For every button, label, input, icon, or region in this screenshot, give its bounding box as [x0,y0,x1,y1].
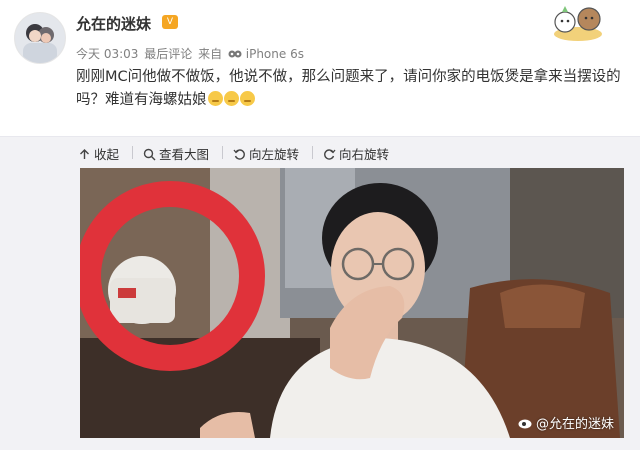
collapse-label: 收起 [94,147,120,162]
device-name[interactable]: iPhone 6s [246,47,304,61]
rotate-left-icon [233,149,245,160]
watermark-text: @允在的迷妹 [535,417,614,432]
post-time[interactable]: 今天 03:03 [76,47,138,61]
image-area: @允在的迷妹 [0,168,640,450]
last-comment-label: 最后评论 [144,47,193,61]
image-toolbar: 收起 查看大图 向左旋转 向右旋转 [0,136,640,169]
search-icon [143,148,156,161]
toolbar-divider [222,146,223,159]
image-watermark: @允在的迷妹 [518,413,614,432]
rotate-right-label: 向右旋转 [339,147,390,162]
thinking-emoji-icon [239,91,255,106]
cat-device-icon [228,50,242,58]
thinking-emoji-icon [207,91,223,106]
photo-illustration [80,168,624,438]
toolbar-divider [312,146,313,159]
cartoon-sticker-icon [554,6,602,41]
arrow-up-icon [80,149,89,159]
toolbar-divider [132,146,133,159]
rotate-left-label: 向左旋转 [249,147,300,162]
post-body: 刚刚MC问他做不做饭，他说不做，那么问题来了，请问你家的电饭煲是拿来当摆设的吗？… [76,69,621,108]
weibo-logo-icon [518,419,532,429]
source-prefix: 来自 [198,47,223,61]
weibo-post: 允在的迷妹 V 今天 03:03 最后评论 来自 iPhone 6s 刚刚MC问… [0,0,640,136]
rotate-left-button[interactable]: 向左旋转 [233,144,299,163]
vip-badge-icon[interactable]: V [162,15,178,29]
thinking-emoji-icon [223,91,239,106]
view-large-button[interactable]: 查看大图 [143,144,209,163]
username[interactable]: 允在的迷妹 [76,13,151,34]
collapse-button[interactable]: 收起 [78,144,119,163]
rotate-right-button[interactable]: 向右旋转 [323,144,389,163]
post-meta: 今天 03:03 最后评论 来自 iPhone 6s [76,45,306,62]
avatar[interactable] [14,12,66,64]
post-image[interactable]: @允在的迷妹 [80,168,624,438]
view-large-label: 查看大图 [159,147,210,162]
post-text: 刚刚MC问他做不做饭，他说不做，那么问题来了，请问你家的电饭煲是拿来当摆设的吗？… [76,66,621,112]
rotate-right-icon [324,149,336,160]
